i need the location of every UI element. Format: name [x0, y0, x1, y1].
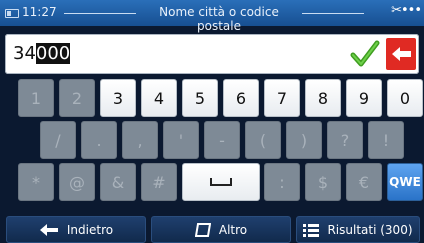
key-7[interactable]: 7 [264, 79, 300, 117]
other-button[interactable]: Altro [151, 216, 291, 243]
page-title: Nome città o codice postale [159, 5, 279, 33]
key-,: , [122, 121, 158, 159]
key-1: 1 [18, 79, 54, 117]
title-divider-left [64, 13, 136, 14]
key-4[interactable]: 4 [141, 79, 177, 117]
search-input-value: 34000 [13, 43, 71, 64]
key-:: : [264, 163, 300, 201]
key-2: 2 [59, 79, 95, 117]
search-input[interactable]: 34000 [5, 34, 419, 74]
key--: - [204, 121, 240, 159]
space-icon [210, 178, 232, 186]
other-button-label: Altro [218, 222, 248, 237]
key-.: . [81, 121, 117, 159]
key-': ' [163, 121, 199, 159]
key-9[interactable]: 9 [346, 79, 382, 117]
title-divider-right [302, 13, 364, 14]
key-?: ? [327, 121, 363, 159]
arrow-left-icon [39, 223, 58, 236]
key-€: € [346, 163, 382, 201]
checkmark-icon[interactable] [350, 40, 380, 68]
key-(: ( [245, 121, 281, 159]
key-&: & [100, 163, 136, 201]
key-space[interactable] [182, 163, 260, 201]
key-*: * [18, 163, 54, 201]
bottom-bar: Indietro Altro Risultati (300) [0, 214, 424, 243]
key-!: ! [368, 121, 404, 159]
status-bar: 11:27 Nome città o codice postale ✂••• [0, 0, 424, 33]
clock: 11:27 [22, 5, 57, 19]
keyboard-layout-button[interactable]: QWE [387, 163, 423, 201]
key-@: @ [59, 163, 95, 201]
key-8[interactable]: 8 [305, 79, 341, 117]
backspace-button[interactable] [386, 38, 416, 70]
results-button-label: Risultati (300) [327, 222, 413, 237]
key-$: $ [305, 163, 341, 201]
key-3[interactable]: 3 [100, 79, 136, 117]
key-6[interactable]: 6 [223, 79, 259, 117]
gps-signal-icon: ✂••• [391, 3, 422, 18]
window-icon [194, 222, 211, 237]
back-button-label: Indietro [66, 222, 114, 237]
arrow-left-icon [392, 47, 411, 61]
back-button[interactable]: Indietro [6, 216, 146, 243]
key-): ) [286, 121, 322, 159]
results-button[interactable]: Risultati (300) [296, 216, 420, 243]
key-5[interactable]: 5 [182, 79, 218, 117]
key-0[interactable]: 0 [387, 79, 423, 117]
keyboard: 1 2 3 4 5 6 7 8 9 0 /., ' -()?! * @ & #: $ € QWE [0, 79, 424, 209]
battery-icon [5, 9, 19, 18]
key-#: # [141, 163, 177, 201]
key-/: / [40, 121, 76, 159]
list-icon [303, 223, 320, 237]
